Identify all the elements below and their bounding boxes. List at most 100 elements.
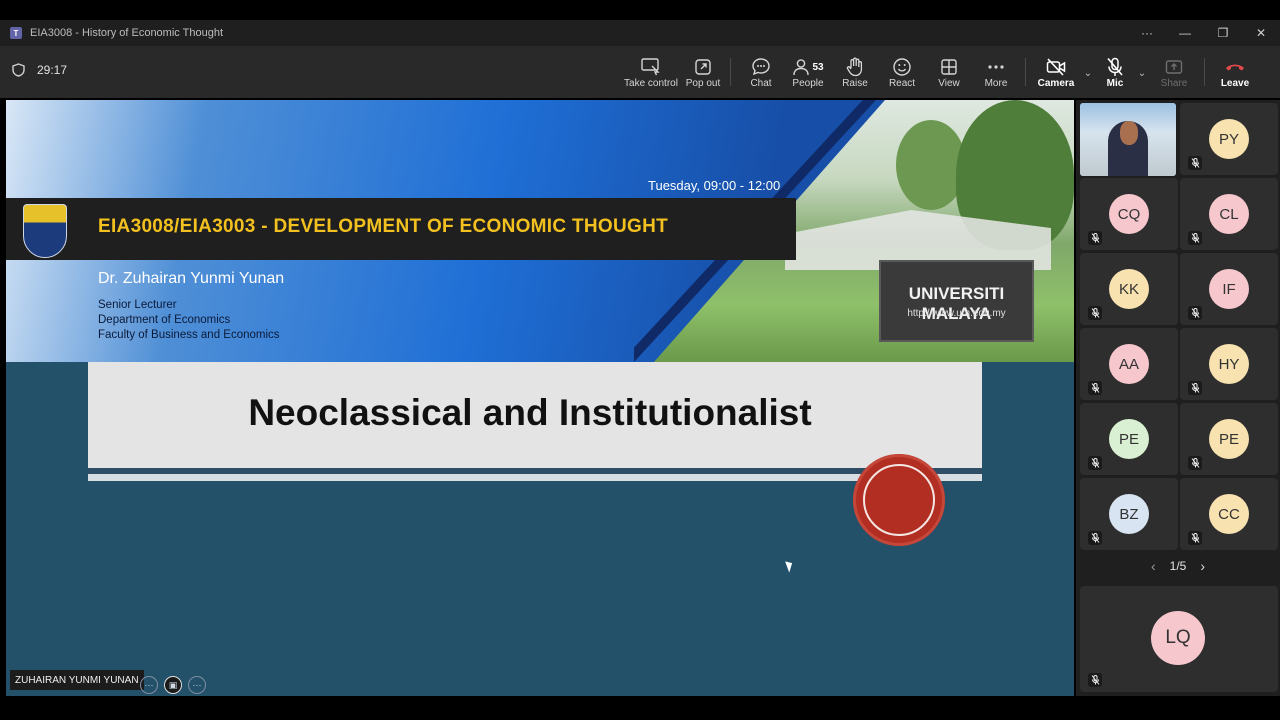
participant-tile[interactable]: LQ xyxy=(1080,586,1278,692)
avatar: BZ xyxy=(1109,494,1149,534)
participant-tile[interactable]: CL xyxy=(1180,178,1278,250)
slide-title: Neoclassical and Institutionalist xyxy=(248,392,812,433)
restore-button[interactable]: ❐ xyxy=(1204,20,1242,46)
lecturer-department: Department of Economics xyxy=(98,314,231,326)
mic-off-icon xyxy=(1188,456,1202,470)
participant-tile[interactable]: PE xyxy=(1080,403,1178,475)
leave-button[interactable]: Leave xyxy=(1211,50,1259,94)
lecturer-position: Senior Lecturer xyxy=(98,299,177,311)
participant-video-face xyxy=(1120,121,1138,145)
toolbar-actions: Take control Pop out Chat 53 People Rais… xyxy=(620,50,1259,94)
share-icon xyxy=(1165,60,1183,74)
avatar: PY xyxy=(1209,119,1249,159)
avatar: KK xyxy=(1109,269,1149,309)
university-sign-url: http://www.um.edu.my xyxy=(907,308,1006,319)
participant-tile[interactable]: PY xyxy=(1180,103,1278,175)
view-button[interactable]: View xyxy=(925,50,973,94)
smiley-icon xyxy=(893,58,911,76)
share-button[interactable]: Share xyxy=(1150,50,1198,94)
close-button[interactable]: ✕ xyxy=(1242,20,1280,46)
mic-off-icon xyxy=(1088,306,1102,320)
grid-view-icon xyxy=(941,59,957,75)
participant-tile[interactable]: PE xyxy=(1180,403,1278,475)
avatar: CC xyxy=(1209,494,1249,534)
previous-page-icon[interactable]: ‹ xyxy=(1151,558,1156,574)
pop-out-button[interactable]: Pop out xyxy=(682,50,724,94)
camera-options-chevron-icon[interactable]: ⌄ xyxy=(1080,50,1096,79)
camera-off-icon xyxy=(1046,58,1066,76)
next-page-icon[interactable]: › xyxy=(1200,558,1205,574)
avatar: AA xyxy=(1109,344,1149,384)
toolbar-divider xyxy=(730,58,731,86)
mic-off-icon xyxy=(1107,57,1123,76)
university-crest-logo xyxy=(23,204,67,258)
avatar: CQ xyxy=(1109,194,1149,234)
camera-button[interactable]: Camera xyxy=(1032,50,1080,94)
avatar: HY xyxy=(1209,344,1249,384)
minimize-button[interactable]: — xyxy=(1166,20,1204,46)
presenter-name-tag: ZUHAIRAN YUNMI YUNAN xyxy=(10,670,144,690)
chat-icon xyxy=(752,58,770,76)
lecturer-name: Dr. Zuhairan Yunmi Yunan xyxy=(98,270,285,287)
session-time: Tuesday, 09:00 - 12:00 xyxy=(648,178,781,193)
more-dots-icon xyxy=(988,65,1004,69)
take-control-button[interactable]: Take control xyxy=(620,50,682,94)
mic-off-icon xyxy=(1088,456,1102,470)
participant-video-tile[interactable] xyxy=(1080,103,1176,176)
presenter-controls: ··· ▣ ··· xyxy=(140,676,206,694)
avatar: CL xyxy=(1209,194,1249,234)
more-options-icon[interactable]: ··· xyxy=(188,676,206,694)
course-title: EIA3008/EIA3003 - DEVELOPMENT OF ECONOMI… xyxy=(98,216,669,237)
chat-button[interactable]: Chat xyxy=(737,50,785,94)
participant-tile[interactable]: BZ xyxy=(1080,478,1178,550)
avatar: PE xyxy=(1209,419,1249,459)
raise-hand-button[interactable]: Raise xyxy=(831,50,879,94)
timer-text: 29:17 xyxy=(37,63,68,77)
mic-off-icon xyxy=(1188,531,1202,545)
participant-gallery: PY CQ CL KK IF AA HY PE PE BZ CC ‹ 1/5 › LQ xyxy=(1076,100,1280,696)
slide-title-box: Neoclassical and Institutionalist xyxy=(88,362,982,468)
video-camera-icon[interactable]: ▣ xyxy=(164,676,182,694)
toolbar-divider xyxy=(1204,58,1205,86)
avatar: LQ xyxy=(1151,611,1205,665)
window-title-bar: T EIA3008 - History of Economic Thought … xyxy=(0,20,1280,46)
mic-off-icon xyxy=(1088,673,1102,687)
more-options-icon[interactable]: ··· xyxy=(1128,20,1166,46)
more-button[interactable]: More xyxy=(973,50,1019,94)
take-control-icon xyxy=(641,58,660,76)
mic-off-icon xyxy=(1188,306,1202,320)
gallery-page-indicator: 1/5 xyxy=(1169,559,1187,573)
more-options-icon[interactable]: ··· xyxy=(140,676,158,694)
participant-tile[interactable]: AA xyxy=(1080,328,1178,400)
react-button[interactable]: React xyxy=(879,50,925,94)
mic-off-icon xyxy=(1188,156,1202,170)
mic-button[interactable]: Mic xyxy=(1096,50,1134,94)
decorative-seal xyxy=(853,454,945,546)
mouse-cursor-icon xyxy=(785,559,795,573)
teams-app-icon: T xyxy=(10,27,22,39)
avatar: PE xyxy=(1109,419,1149,459)
hang-up-icon xyxy=(1226,64,1244,71)
meeting-timer: 29:17 xyxy=(12,63,67,77)
participant-tile[interactable]: IF xyxy=(1180,253,1278,325)
mic-off-icon xyxy=(1088,531,1102,545)
shield-icon xyxy=(12,63,25,77)
participant-tile[interactable]: CC xyxy=(1180,478,1278,550)
meeting-toolbar: 29:17 Take control Pop out Chat 53 Peopl… xyxy=(0,46,1280,98)
toolbar-divider xyxy=(1025,58,1026,86)
participant-tile[interactable]: HY xyxy=(1180,328,1278,400)
lecturer-faculty: Faculty of Business and Economics xyxy=(98,329,280,341)
raise-hand-icon xyxy=(846,57,863,77)
pop-out-icon xyxy=(695,59,711,75)
participant-tile[interactable]: KK xyxy=(1080,253,1178,325)
mic-off-icon xyxy=(1188,381,1202,395)
mic-off-icon xyxy=(1188,231,1202,245)
gallery-pager: ‹ 1/5 › xyxy=(1151,558,1205,574)
people-count: 53 xyxy=(812,61,824,73)
mic-off-icon xyxy=(1088,231,1102,245)
window-title: EIA3008 - History of Economic Thought xyxy=(30,27,224,39)
people-button[interactable]: 53 People xyxy=(785,50,831,94)
mic-options-chevron-icon[interactable]: ⌄ xyxy=(1134,50,1150,79)
participant-tile[interactable]: CQ xyxy=(1080,178,1178,250)
university-sign: UNIVERSITI MALAYA http://www.um.edu.my xyxy=(879,260,1034,342)
